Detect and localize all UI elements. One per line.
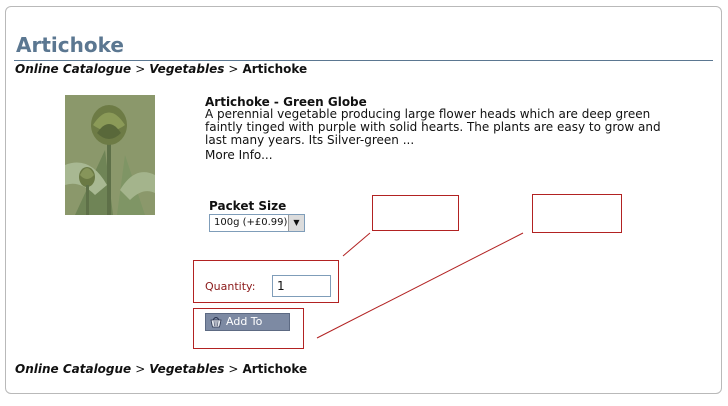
basket-icon	[210, 317, 222, 328]
breadcrumb-separator: >	[228, 362, 239, 376]
quantity-label: Quantity:	[205, 280, 256, 293]
annotation-connector-line	[316, 232, 524, 339]
add-to-cart-button[interactable]: Add To Cart	[205, 313, 290, 344]
breadcrumb-link-vegetables[interactable]: Vegetables	[149, 362, 224, 376]
annotation-connector-line	[342, 232, 371, 257]
breadcrumb-current: Artichoke	[242, 362, 308, 376]
breadcrumb-link-catalogue[interactable]: Online Catalogue	[15, 362, 131, 376]
breadcrumb-bottom: Online Catalogue > Vegetables > Artichoke	[15, 362, 307, 376]
quantity-input[interactable]	[272, 275, 331, 297]
breadcrumb-separator: >	[135, 362, 146, 376]
annotation-connectors	[316, 232, 524, 339]
